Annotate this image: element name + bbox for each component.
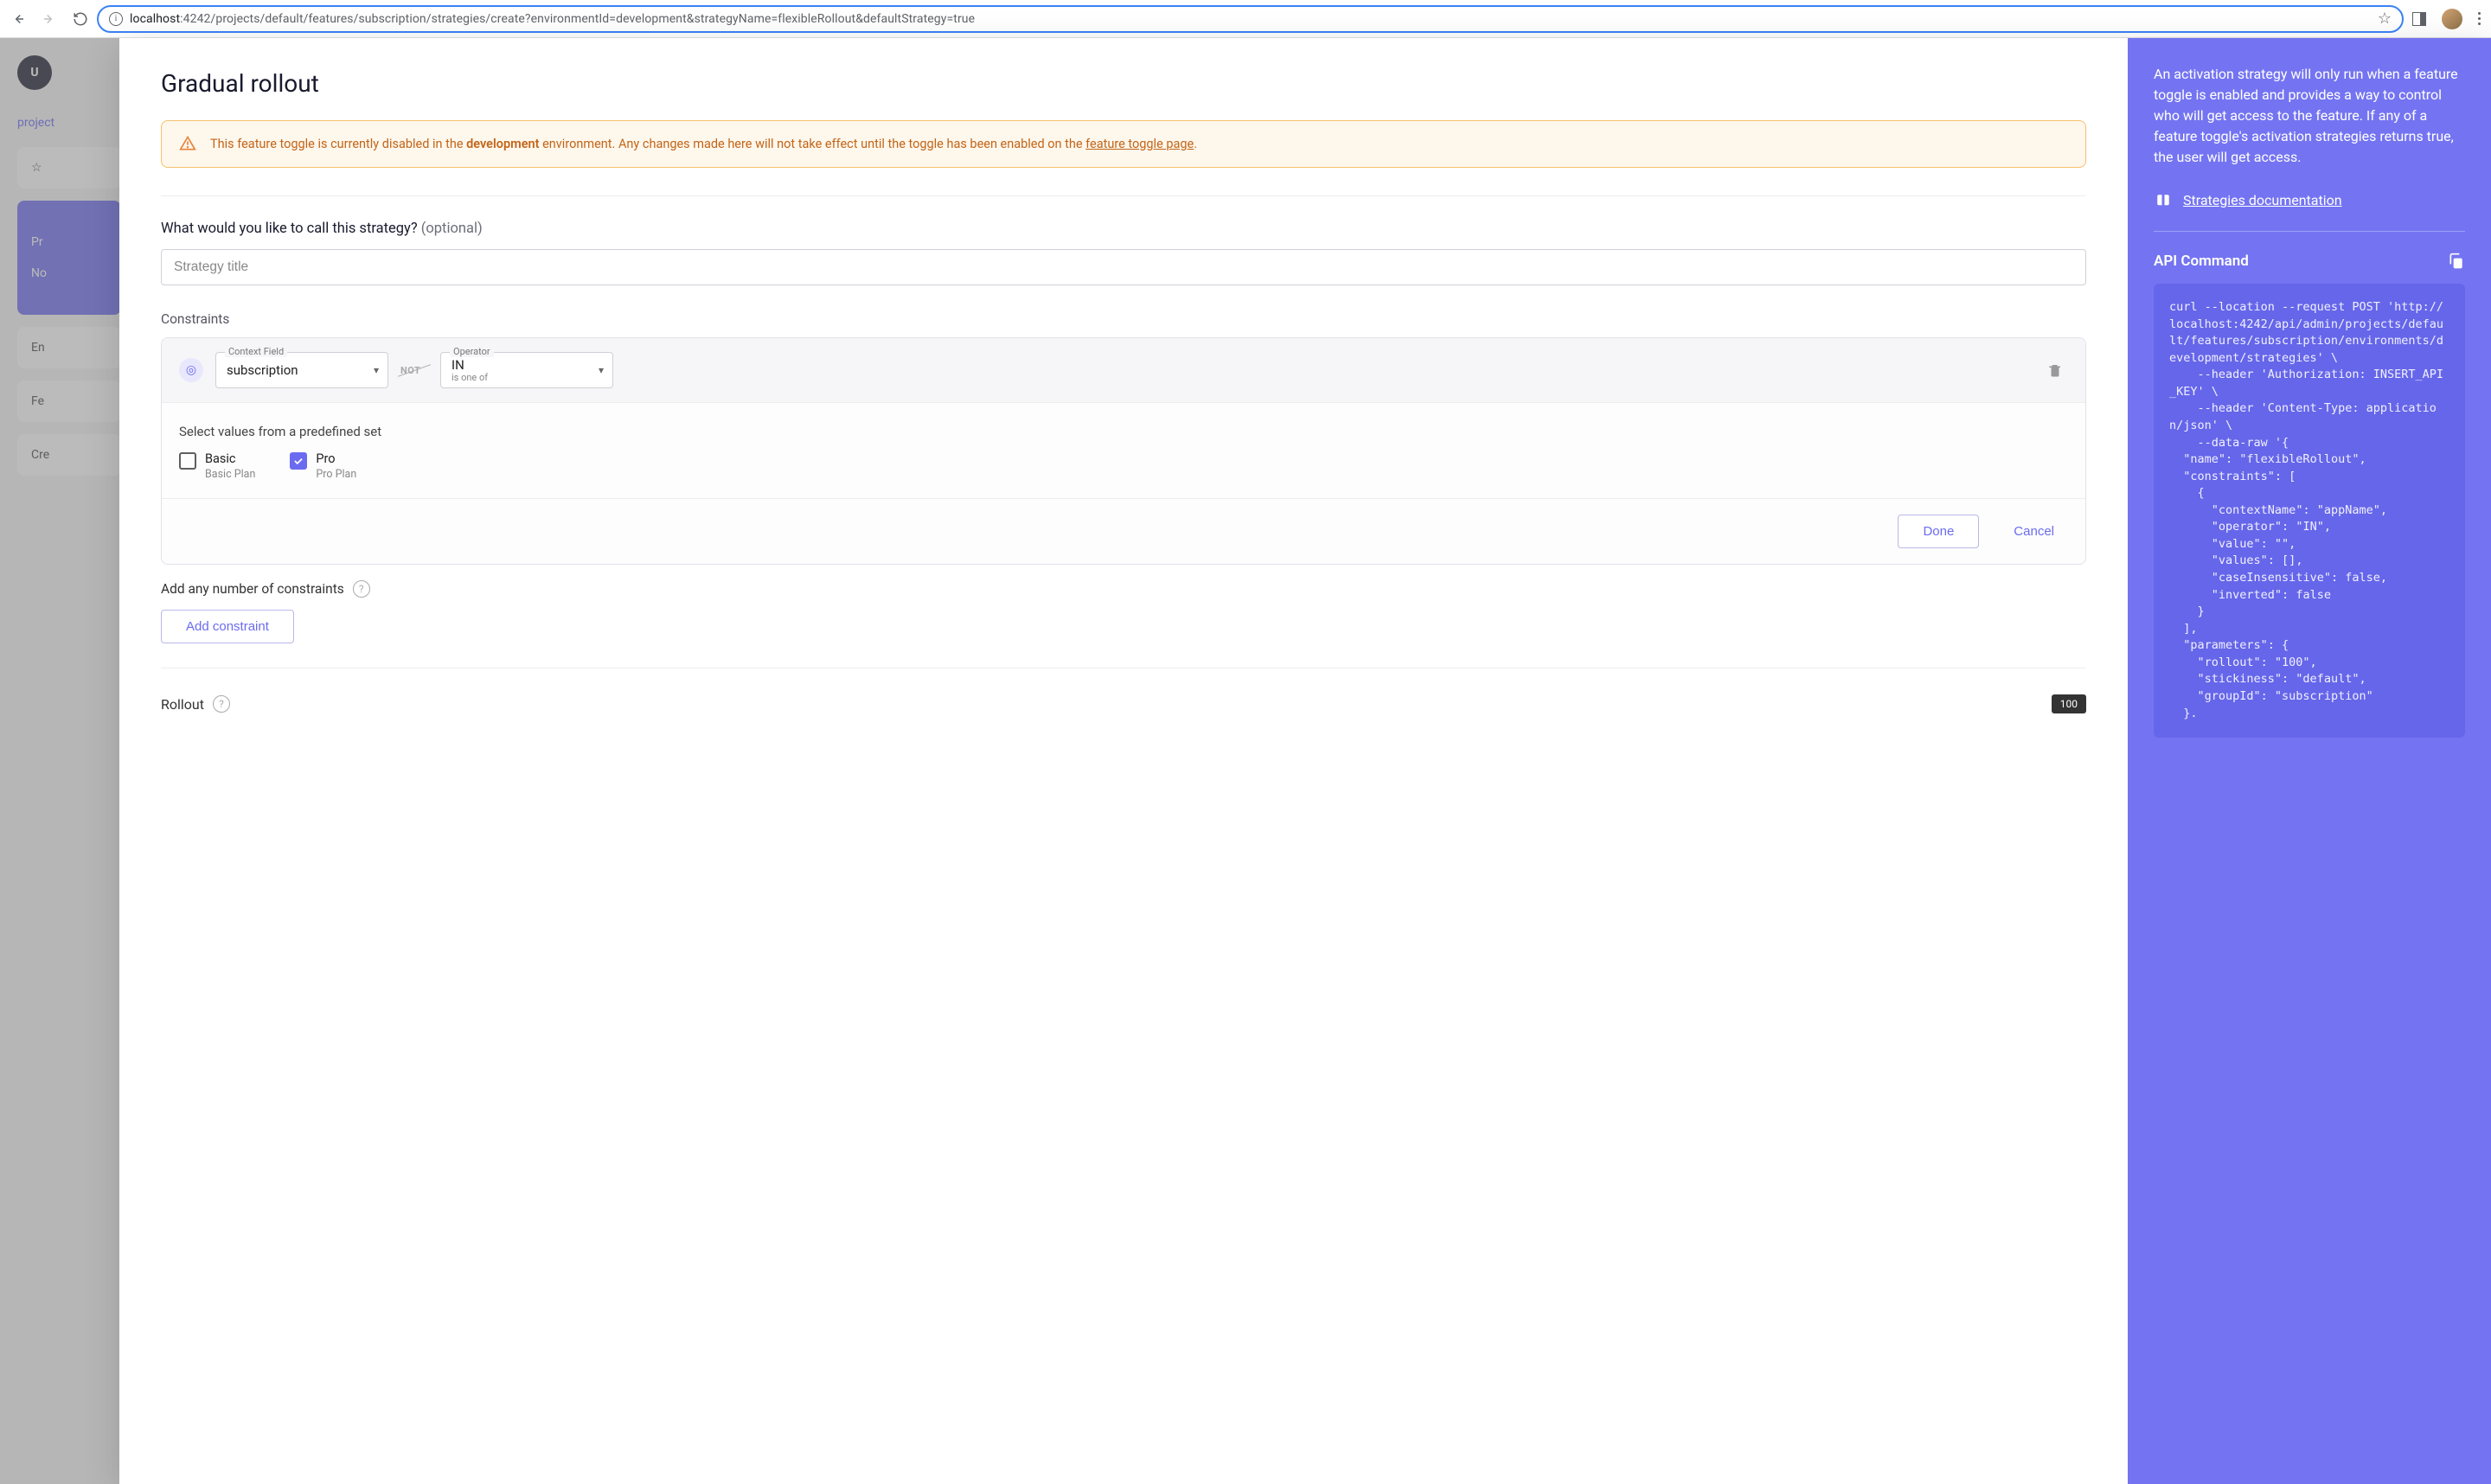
strategy-name-label: What would you like to call this strateg…: [161, 221, 2086, 237]
api-command-code[interactable]: curl --location --request POST 'http://l…: [2154, 284, 2465, 738]
add-constraints-helper: Add any number of constraints: [161, 581, 344, 597]
copy-icon[interactable]: [2448, 253, 2465, 270]
strategy-description: An activation strategy will only run whe…: [2154, 64, 2465, 168]
address-bar[interactable]: i localhost:4242/projects/default/featur…: [97, 5, 2404, 33]
rollout-label: Rollout: [161, 696, 204, 713]
warning-text: This feature toggle is currently disable…: [210, 135, 1197, 153]
operator-subvalue: is one of: [451, 373, 488, 382]
forward-button[interactable]: [42, 11, 57, 27]
constraints-label: Constraints: [161, 311, 2086, 327]
option-subtitle: Basic Plan: [205, 468, 255, 481]
profile-avatar[interactable]: [2442, 9, 2462, 29]
warning-icon: [179, 135, 196, 152]
api-command-heading: API Command: [2154, 253, 2249, 270]
bookmark-star-icon[interactable]: ☆: [2378, 10, 2392, 28]
context-field-legend: Context Field: [225, 346, 287, 357]
strategies-docs-link[interactable]: Strategies documentation: [2183, 192, 2342, 208]
book-icon: [2154, 193, 2173, 208]
value-option-basic[interactable]: Basic Basic Plan: [179, 451, 255, 481]
help-icon[interactable]: ?: [213, 695, 230, 713]
back-button[interactable]: [10, 11, 26, 27]
option-subtitle: Pro Plan: [316, 468, 356, 481]
feature-toggle-link[interactable]: feature toggle page: [1085, 137, 1194, 151]
strategy-title-input[interactable]: [161, 249, 2086, 285]
operator-legend: Operator: [450, 346, 494, 357]
option-title: Basic: [205, 451, 255, 466]
rollout-value-badge: 100: [2052, 694, 2086, 713]
done-button[interactable]: Done: [1898, 515, 1979, 548]
divider: [2154, 231, 2465, 232]
delete-constraint-button[interactable]: [2047, 362, 2068, 378]
operator-select[interactable]: Operator IN is one of ▾: [440, 352, 613, 388]
cancel-button[interactable]: Cancel: [2000, 515, 2068, 547]
checkbox-checked[interactable]: [290, 452, 307, 470]
url-text: localhost:4242/projects/default/features…: [130, 12, 2371, 26]
chevron-down-icon: ▾: [374, 364, 379, 376]
not-toggle[interactable]: NOT: [400, 365, 428, 376]
context-field-value: subscription: [227, 364, 298, 377]
warning-banner: This feature toggle is currently disable…: [161, 120, 2086, 168]
value-option-pro[interactable]: Pro Pro Plan: [290, 451, 356, 481]
add-constraint-button[interactable]: Add constraint: [161, 610, 294, 643]
page-title: Gradual rollout: [161, 69, 2086, 98]
create-strategy-modal: Gradual rollout This feature toggle is c…: [119, 38, 2491, 1484]
checkbox[interactable]: [179, 452, 196, 470]
constraint-icon: ◎: [179, 358, 203, 382]
site-info-icon[interactable]: i: [109, 12, 123, 26]
chevron-down-icon: ▾: [599, 364, 604, 376]
kebab-menu-icon[interactable]: [2478, 12, 2481, 25]
divider: [161, 195, 2086, 196]
context-field-select[interactable]: Context Field subscription ▾: [215, 352, 388, 388]
side-panel-icon[interactable]: [2412, 12, 2426, 26]
reload-button[interactable]: [73, 11, 88, 27]
option-title: Pro: [316, 451, 356, 466]
help-icon[interactable]: ?: [353, 580, 370, 598]
operator-value: IN: [451, 359, 464, 372]
predefined-values-label: Select values from a predefined set: [179, 424, 2068, 439]
browser-toolbar: i localhost:4242/projects/default/featur…: [0, 0, 2491, 38]
constraint-card: ◎ Context Field subscription ▾ NOT Opera…: [161, 337, 2086, 565]
